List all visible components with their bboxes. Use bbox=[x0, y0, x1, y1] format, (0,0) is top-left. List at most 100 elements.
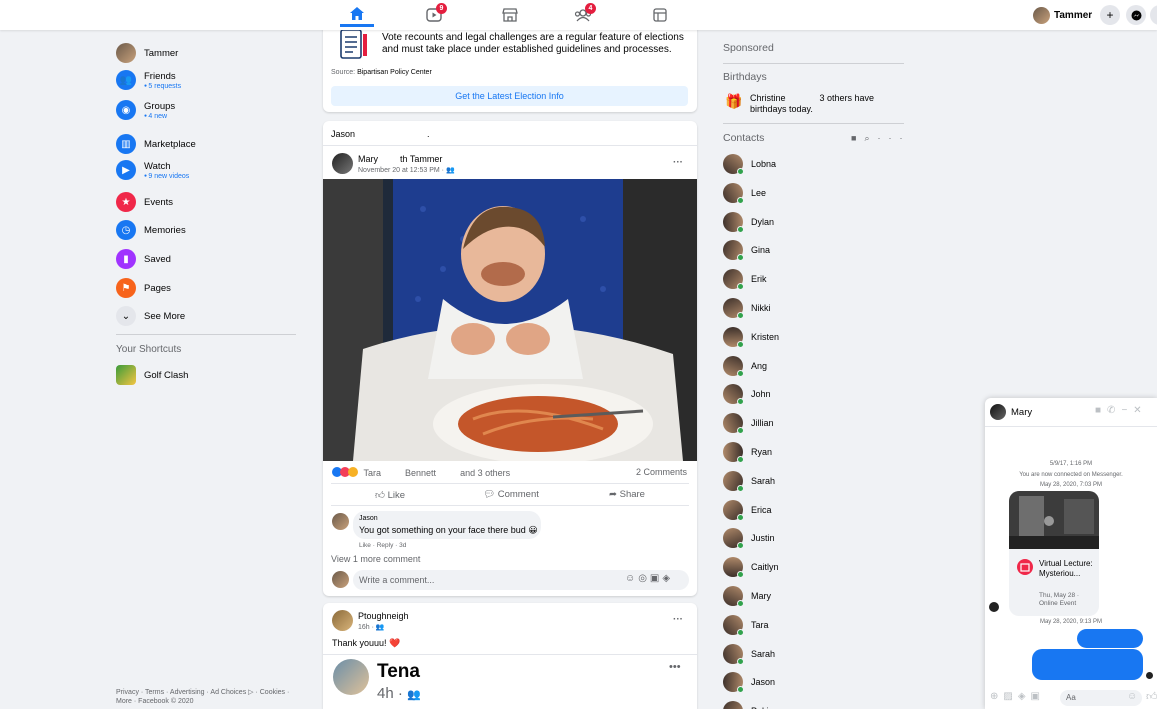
thumbs-up-icon[interactable]: 👍︎ bbox=[1146, 690, 1157, 703]
reactions-summary[interactable]: Tara Bennett and 3 others bbox=[332, 467, 510, 478]
left-nav-item-groups[interactable]: ◉ Groups4 new bbox=[116, 100, 175, 120]
contact-item[interactable]: Kristen bbox=[723, 326, 779, 348]
left-nav-item-events[interactable]: ★ Events bbox=[116, 192, 173, 212]
left-nav-item-friends[interactable]: 👥 Friends5 requests bbox=[116, 70, 181, 90]
shared-more-button[interactable]: ••• bbox=[669, 661, 681, 673]
avatar[interactable] bbox=[333, 659, 369, 695]
sent-message[interactable] bbox=[1032, 649, 1143, 680]
close-icon[interactable]: ✕ bbox=[1133, 405, 1147, 416]
left-nav-item-watch[interactable]: ▶ Watch9 new videos bbox=[116, 160, 189, 180]
contact-item[interactable]: Erik bbox=[723, 269, 767, 291]
post2-more-button[interactable]: ··· bbox=[673, 614, 683, 625]
contact-item[interactable]: Lobna bbox=[723, 154, 776, 175]
online-status-dot bbox=[737, 254, 744, 262]
left-nav-item-see-more[interactable]: ⌄ See More bbox=[116, 306, 185, 326]
contact-item[interactable]: Gina bbox=[723, 240, 770, 262]
contact-item[interactable]: Caitlyn bbox=[723, 557, 779, 579]
video-call-icon[interactable]: ■ bbox=[1095, 405, 1107, 416]
post-photo[interactable] bbox=[323, 179, 697, 461]
image-icon[interactable]: ▨ bbox=[1003, 691, 1017, 702]
birthday-text[interactable]: Christine 3 others have birthdays today. bbox=[750, 93, 900, 115]
view-more-comments[interactable]: View 1 more comment bbox=[331, 554, 420, 564]
search-icon[interactable]: ⌕ bbox=[864, 133, 877, 143]
plus-circle-icon[interactable]: ⊕ bbox=[990, 691, 1003, 702]
video-call-icon[interactable]: ■ bbox=[851, 133, 864, 143]
contact-item[interactable]: Mary bbox=[723, 586, 771, 607]
left-nav-label: See More bbox=[144, 310, 186, 322]
contact-item[interactable]: Tara bbox=[723, 614, 769, 636]
contact-item[interactable]: Jillian bbox=[723, 413, 774, 435]
contact-item[interactable]: Jason bbox=[723, 672, 775, 694]
contact-item[interactable]: Ang bbox=[723, 355, 767, 377]
comment-author[interactable]: Jason bbox=[359, 515, 378, 522]
avatar[interactable] bbox=[990, 404, 1006, 420]
messenger-button[interactable] bbox=[1126, 5, 1146, 25]
comment-meta[interactable]: Like · Reply · 3d bbox=[359, 542, 406, 549]
nav-marketplace[interactable] bbox=[493, 3, 527, 27]
contact-item[interactable]: Pakinam bbox=[723, 701, 786, 709]
like-button[interactable]: 👍︎ Like bbox=[375, 489, 405, 501]
chat-input-tools: ⊕▨◈▣ bbox=[990, 691, 1045, 702]
create-button[interactable]: + bbox=[1100, 5, 1120, 25]
contact-item[interactable]: Ryan bbox=[723, 442, 772, 463]
left-nav-item-pages[interactable]: ⚑ Pages bbox=[116, 278, 171, 298]
notifications-button[interactable] bbox=[1150, 5, 1157, 25]
shortcut-golf-clash[interactable]: Golf Clash bbox=[116, 365, 188, 385]
left-nav-profile-name: Tammer bbox=[144, 47, 179, 59]
sent-message[interactable] bbox=[1077, 629, 1143, 648]
comment-tools-icons[interactable]: ☺◎▣◈ bbox=[625, 573, 673, 584]
left-nav-item-saved[interactable]: ▮ Saved bbox=[116, 249, 171, 269]
post-author[interactable]: Mary bbox=[358, 154, 378, 164]
contact-item[interactable]: Justin bbox=[723, 528, 775, 550]
more-icon[interactable]: ··· bbox=[877, 133, 910, 143]
post-divider bbox=[323, 145, 697, 146]
post-header-name[interactable]: Jason. bbox=[331, 129, 430, 139]
nav-gaming[interactable] bbox=[643, 3, 677, 27]
left-nav-item-memories[interactable]: ◷ Memories bbox=[116, 220, 186, 240]
shortcut-label: Golf Clash bbox=[144, 369, 189, 381]
post2-author[interactable]: Ptoughneigh bbox=[358, 611, 409, 621]
contact-item[interactable]: Nikki bbox=[723, 298, 771, 319]
contact-item[interactable]: Dylan bbox=[723, 211, 775, 233]
contact-item[interactable]: John bbox=[723, 384, 771, 406]
minimize-icon[interactable]: − bbox=[1121, 405, 1133, 416]
footer-links[interactable]: Privacy · Terms · Advertising · Ad Choic… bbox=[116, 688, 301, 706]
event-share-card[interactable]: Virtual Lecture: Mysteriou... Thu, May 2… bbox=[1009, 491, 1099, 616]
nav-home[interactable] bbox=[340, 3, 374, 27]
profile-chip[interactable]: Tammer bbox=[1033, 5, 1096, 26]
left-nav-item-marketplace[interactable]: ▥ Marketplace bbox=[116, 134, 196, 154]
election-info-button[interactable]: Get the Latest Election Info bbox=[331, 86, 688, 106]
election-info-card: Vote recounts and legal challenges are a… bbox=[323, 24, 697, 112]
gif-icon[interactable]: ▣ bbox=[1031, 691, 1045, 702]
contact-name: Dylan bbox=[751, 216, 775, 227]
contact-item[interactable]: Erica bbox=[723, 499, 772, 521]
emoji-icon[interactable]: ☺ bbox=[1127, 691, 1137, 702]
shared-author[interactable]: Tena bbox=[377, 661, 420, 683]
nav-watch[interactable]: 9 bbox=[417, 3, 451, 27]
avatar[interactable] bbox=[332, 610, 353, 631]
shared-time[interactable]: 4h · 👥 bbox=[377, 685, 421, 702]
post-time[interactable]: November 20 at 12:53 PM · 👥 bbox=[358, 166, 455, 174]
left-nav-text: Marketplace bbox=[144, 139, 196, 150]
comment-button[interactable]: 💬︎ Comment bbox=[483, 489, 539, 500]
sticker-icon[interactable]: ◈ bbox=[1018, 691, 1031, 702]
online-status-dot bbox=[737, 628, 744, 636]
nav-groups[interactable]: 4 bbox=[566, 3, 600, 27]
saved-icon: ▮ bbox=[116, 249, 136, 269]
phone-icon[interactable]: ✆ bbox=[1107, 405, 1121, 416]
write-comment-box[interactable]: Write a comment... ☺◎▣◈ bbox=[353, 570, 689, 590]
online-status-dot bbox=[737, 369, 744, 377]
contact-item[interactable]: Lee bbox=[723, 182, 766, 204]
avatar[interactable] bbox=[332, 153, 353, 174]
post-with[interactable]: th Tammer bbox=[400, 154, 442, 164]
left-nav-profile[interactable]: Tammer bbox=[116, 43, 178, 63]
chat-name[interactable]: Mary bbox=[1011, 407, 1032, 418]
post-more-button[interactable]: ··· bbox=[673, 157, 683, 168]
comments-count[interactable]: 2 Comments bbox=[636, 467, 687, 477]
contact-item[interactable]: Sarah bbox=[723, 470, 775, 492]
contact-item[interactable]: Sarah bbox=[723, 643, 775, 665]
avatar[interactable] bbox=[332, 513, 349, 530]
post2-time[interactable]: 16h · 👥 bbox=[358, 623, 385, 631]
share-button[interactable]: ➦ Share bbox=[609, 489, 645, 500]
chat-message-input[interactable]: Aa ☺ bbox=[1060, 690, 1142, 706]
